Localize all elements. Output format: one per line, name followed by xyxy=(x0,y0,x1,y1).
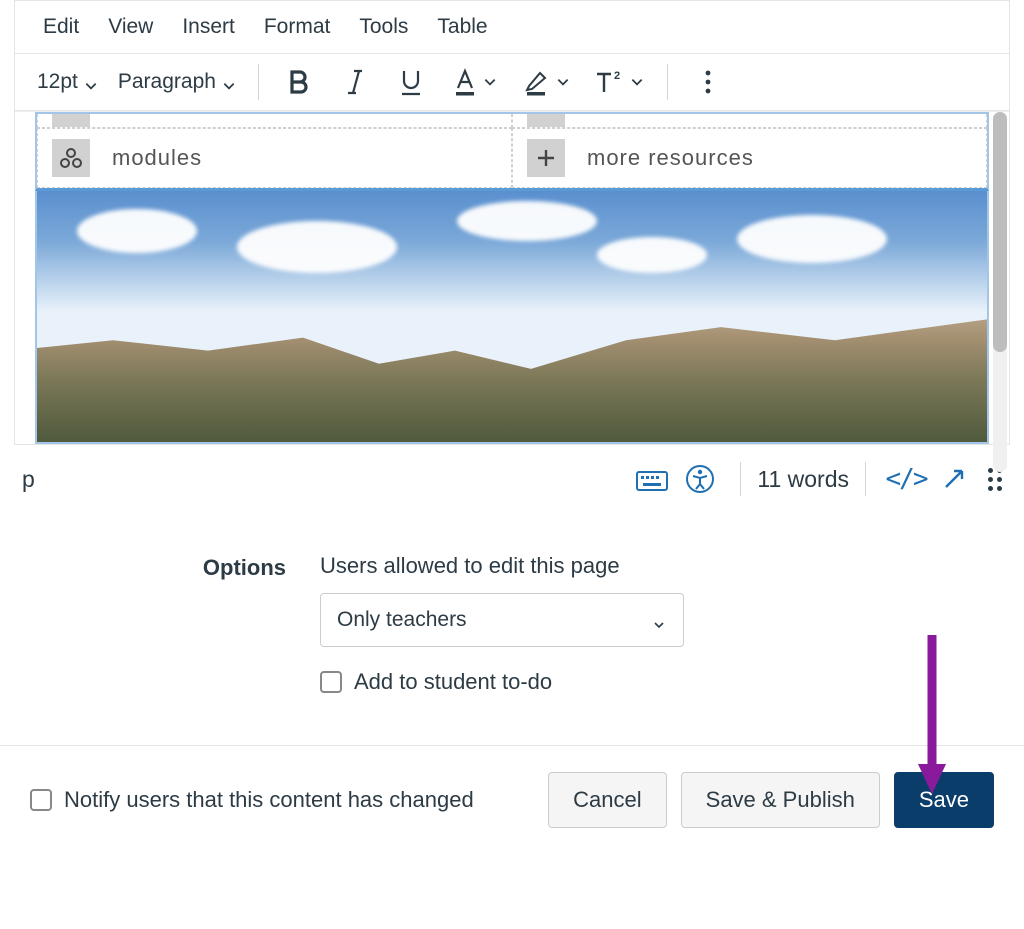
bold-button[interactable] xyxy=(271,62,327,102)
menu-tools[interactable]: Tools xyxy=(359,15,408,39)
text-color-button[interactable] xyxy=(439,62,511,102)
menu-view[interactable]: View xyxy=(108,15,153,39)
statusbar-separator xyxy=(865,462,866,496)
accessibility-checker-icon[interactable] xyxy=(682,461,718,497)
fullscreen-icon[interactable] xyxy=(936,461,972,497)
block-format-select[interactable]: Paragraph xyxy=(108,64,246,100)
word-count[interactable]: 11 words xyxy=(757,466,849,493)
underline-button[interactable] xyxy=(383,62,439,102)
edit-permission-label: Users allowed to edit this page xyxy=(320,553,1024,579)
chevron-down-icon xyxy=(653,613,667,627)
nav-cell-label: modules xyxy=(112,145,202,171)
nav-cell-label: more resources xyxy=(587,145,754,171)
toolbar-separator xyxy=(258,64,259,100)
chevron-down-icon xyxy=(630,75,644,89)
block-format-value: Paragraph xyxy=(118,70,216,94)
keyboard-shortcuts-icon[interactable] xyxy=(634,461,670,497)
menubar: Edit View Insert Format Tools Table xyxy=(15,1,1009,54)
notify-checkbox[interactable] xyxy=(30,789,52,811)
scrollbar[interactable] xyxy=(993,112,1007,472)
font-size-select[interactable]: 12pt xyxy=(27,64,108,100)
chevron-down-icon xyxy=(84,75,98,89)
select-value: Only teachers xyxy=(337,608,467,632)
font-size-value: 12pt xyxy=(37,70,78,94)
menu-format[interactable]: Format xyxy=(264,15,331,39)
todo-checkbox-label: Add to student to-do xyxy=(354,669,552,695)
nav-cell-modules[interactable]: modules xyxy=(37,128,512,188)
highlight-color-button[interactable] xyxy=(511,62,583,102)
element-path[interactable]: p xyxy=(22,466,35,493)
page-footer: Notify users that this content has chang… xyxy=(0,746,1024,878)
nav-cell-more-resources[interactable]: more resources xyxy=(512,128,987,188)
statusbar-separator xyxy=(740,462,741,496)
toolbar-separator xyxy=(667,64,668,100)
rich-content-editor: Edit View Insert Format Tools Table 12pt… xyxy=(14,0,1010,445)
svg-text:2: 2 xyxy=(614,70,620,82)
save-publish-button[interactable]: Save & Publish xyxy=(681,772,880,828)
todo-checkbox-row: Add to student to-do xyxy=(320,669,1024,695)
cancel-button[interactable]: Cancel xyxy=(548,772,666,828)
superscript-button[interactable]: 2 xyxy=(583,62,655,102)
options-label: Options xyxy=(0,553,320,695)
editor-content[interactable]: modules more resources xyxy=(15,111,1009,444)
scrollbar-thumb[interactable] xyxy=(993,112,1007,352)
html-view-icon[interactable]: </> xyxy=(888,461,924,497)
todo-checkbox[interactable] xyxy=(320,671,342,693)
editor-statusbar: p 11 words </> xyxy=(0,445,1024,513)
menu-edit[interactable]: Edit xyxy=(43,15,79,39)
save-button[interactable]: Save xyxy=(894,772,994,828)
modules-icon xyxy=(52,139,90,177)
plus-icon xyxy=(527,139,565,177)
italic-button[interactable] xyxy=(327,62,383,102)
menu-table[interactable]: Table xyxy=(437,15,487,39)
nav-table: modules more resources xyxy=(35,112,989,191)
chevron-down-icon xyxy=(556,75,570,89)
more-tools-button[interactable] xyxy=(680,62,736,102)
chevron-down-icon xyxy=(222,75,236,89)
notify-checkbox-label: Notify users that this content has chang… xyxy=(64,787,474,813)
banner-image[interactable] xyxy=(35,191,989,444)
edit-permission-select[interactable]: Only teachers xyxy=(320,593,684,647)
chevron-down-icon xyxy=(483,75,497,89)
toolbar: 12pt Paragraph xyxy=(15,54,1009,111)
options-section: Options Users allowed to edit this page … xyxy=(0,513,1024,727)
menu-insert[interactable]: Insert xyxy=(182,15,235,39)
